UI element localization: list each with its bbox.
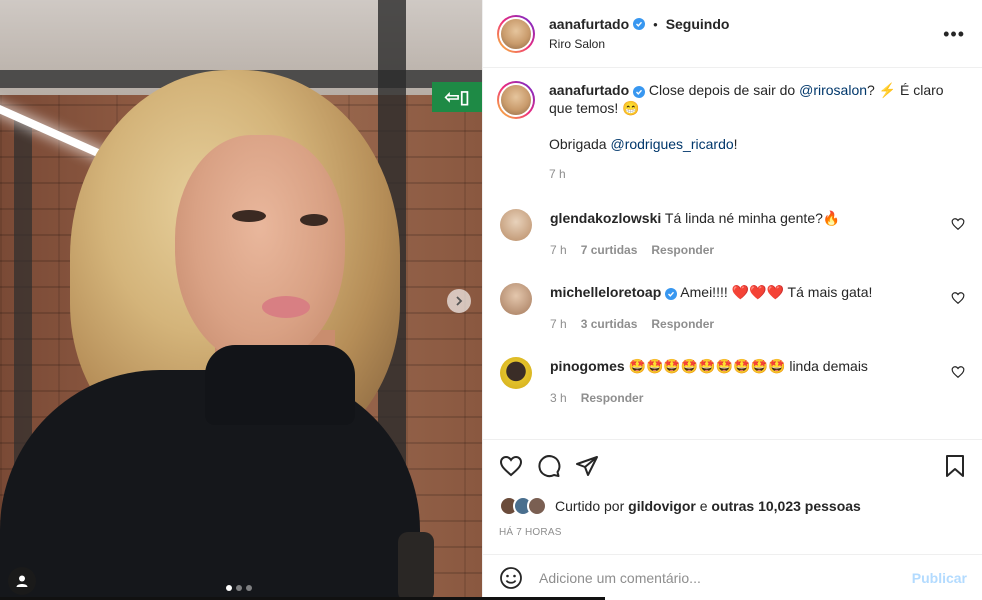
comment-text: Amei!!!! ❤️❤️❤️ Tá mais gata! bbox=[680, 284, 873, 300]
user-icon bbox=[16, 575, 28, 587]
emoji-smile-icon[interactable] bbox=[499, 566, 523, 590]
comment-likes[interactable]: 3 curtidas bbox=[581, 315, 638, 333]
comment-username[interactable]: glendakozlowski bbox=[550, 210, 661, 226]
post-age[interactable]: HÁ 7 HORAS bbox=[499, 527, 562, 538]
liker-avatar bbox=[527, 496, 547, 516]
bookmark-save-icon[interactable] bbox=[943, 454, 967, 478]
comment-username[interactable]: michelleloretoap bbox=[550, 284, 661, 300]
photo-eye bbox=[232, 210, 266, 222]
commenter-avatar[interactable] bbox=[500, 209, 532, 241]
like-comment-heart-icon[interactable] bbox=[951, 291, 965, 305]
post-caption: aanafurtado Close depois de sair do @rir… bbox=[497, 81, 959, 183]
carousel-next-button[interactable] bbox=[447, 289, 471, 313]
add-comment-bar: Publicar bbox=[483, 554, 982, 600]
caption-thanks-text: Obrigada bbox=[549, 136, 611, 152]
comment-item: glendakozlowski Tá linda né minha gente?… bbox=[497, 209, 969, 259]
comment-likes[interactable]: 7 curtidas bbox=[581, 241, 638, 259]
tagged-users-button[interactable] bbox=[8, 567, 36, 595]
commenter-avatar[interactable] bbox=[500, 357, 532, 389]
liked-by-prefix: Curtido por bbox=[555, 498, 629, 514]
verified-badge-icon bbox=[665, 288, 678, 300]
mention-link[interactable]: @rodrigues_ricardo bbox=[610, 136, 733, 152]
like-heart-icon[interactable] bbox=[499, 454, 523, 478]
carousel-dot bbox=[246, 585, 252, 591]
liked-by-summary[interactable]: Curtido por gildovigor e outras 10,023 p… bbox=[499, 496, 861, 516]
carousel-dot bbox=[226, 585, 232, 591]
comment-text: Tá linda né minha gente?🔥 bbox=[664, 210, 841, 226]
comment-bubble-icon[interactable] bbox=[537, 454, 561, 478]
author-avatar[interactable] bbox=[497, 14, 535, 53]
liked-by-others[interactable]: outras 10,023 pessoas bbox=[711, 498, 860, 514]
like-comment-heart-icon[interactable] bbox=[951, 365, 965, 379]
post-modal: ⇦▯ aanafurtado • Seguindo Riro Salon •••… bbox=[0, 0, 982, 600]
comment-input[interactable] bbox=[539, 569, 899, 586]
caption-thanks-end: ! bbox=[733, 136, 738, 152]
comment-text: 🤩🤩🤩🤩🤩🤩🤩🤩🤩 linda demais bbox=[628, 358, 868, 374]
photo-face bbox=[175, 135, 345, 365]
more-options-button[interactable]: ••• bbox=[943, 24, 965, 45]
mention-link[interactable]: @rirosalon bbox=[799, 82, 867, 98]
header-separator: • bbox=[653, 16, 658, 32]
comment-time[interactable]: 3 h bbox=[550, 389, 567, 407]
verified-badge-icon bbox=[633, 86, 646, 98]
reply-button[interactable]: Responder bbox=[651, 241, 714, 259]
comments-scroll-area[interactable]: aanafurtado Close depois de sair do @rir… bbox=[483, 69, 982, 439]
carousel-dots bbox=[226, 585, 252, 591]
post-header: aanafurtado • Seguindo Riro Salon ••• bbox=[483, 0, 982, 68]
reply-button[interactable]: Responder bbox=[651, 315, 714, 333]
publish-comment-button[interactable]: Publicar bbox=[912, 570, 967, 586]
caption-text: Close depois de sair do bbox=[648, 82, 800, 98]
post-location[interactable]: Riro Salon bbox=[549, 37, 729, 51]
like-comment-heart-icon[interactable] bbox=[951, 217, 965, 231]
photo-chair bbox=[398, 532, 434, 600]
comment-username[interactable]: pinogomes bbox=[550, 358, 625, 374]
post-details-panel: aanafurtado • Seguindo Riro Salon ••• aa… bbox=[482, 0, 982, 600]
reply-button[interactable]: Responder bbox=[581, 389, 644, 407]
photo-eye bbox=[300, 214, 328, 226]
comment-time[interactable]: 7 h bbox=[550, 241, 567, 259]
caption-avatar[interactable] bbox=[497, 81, 535, 119]
comment-time[interactable]: 7 h bbox=[550, 315, 567, 333]
chevron-right-icon bbox=[456, 296, 463, 306]
verified-badge-icon bbox=[633, 18, 646, 30]
comment-item: michelleloretoap Amei!!!! ❤️❤️❤️ Tá mais… bbox=[497, 283, 969, 333]
post-photo[interactable]: ⇦▯ bbox=[0, 0, 482, 600]
photo-collar bbox=[205, 345, 355, 425]
author-username[interactable]: aanafurtado bbox=[549, 16, 629, 32]
liked-by-middle: e bbox=[695, 498, 712, 514]
caption-timestamp[interactable]: 7 h bbox=[549, 165, 959, 183]
post-actions: Curtido por gildovigor e outras 10,023 p… bbox=[483, 439, 982, 554]
comment-item: pinogomes 🤩🤩🤩🤩🤩🤩🤩🤩🤩 linda demais 3 h Res… bbox=[497, 357, 969, 407]
share-send-icon[interactable] bbox=[575, 454, 599, 478]
caption-username[interactable]: aanafurtado bbox=[549, 82, 629, 98]
commenter-avatar[interactable] bbox=[500, 283, 532, 315]
carousel-dot bbox=[236, 585, 242, 591]
following-button[interactable]: Seguindo bbox=[666, 16, 730, 32]
exit-sign-icon: ⇦▯ bbox=[432, 82, 482, 112]
liked-by-user[interactable]: gildovigor bbox=[628, 498, 696, 514]
photo-lips bbox=[262, 296, 310, 318]
